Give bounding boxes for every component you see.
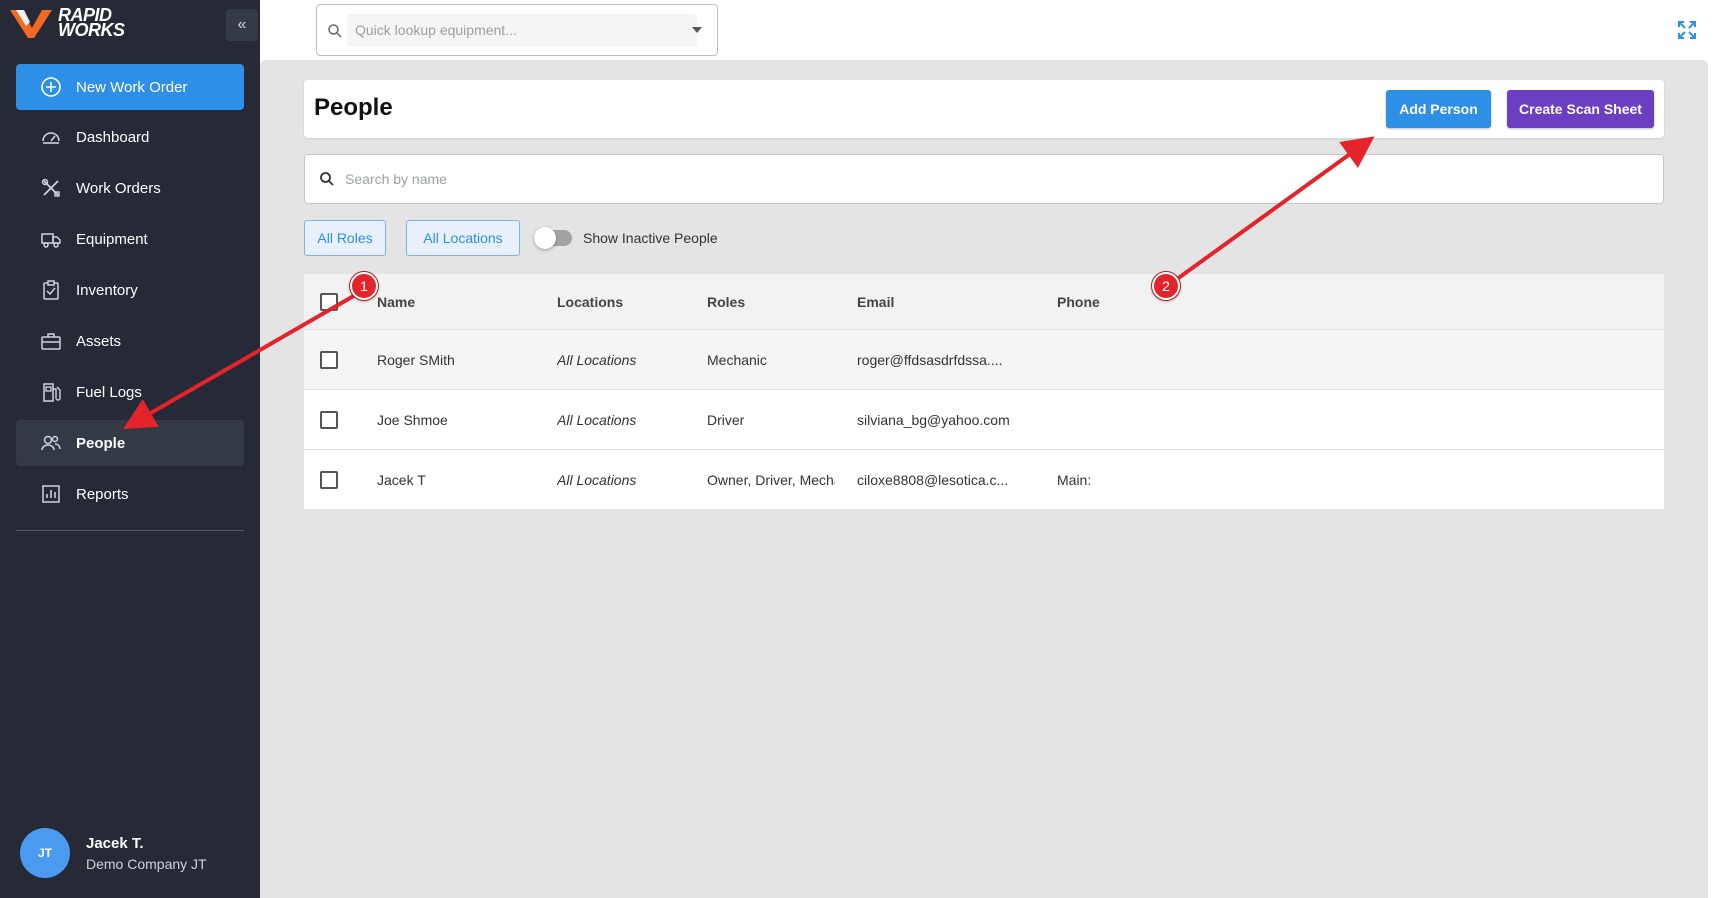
- table-row[interactable]: Roger SMith All Locations Mechanic roger…: [304, 330, 1664, 390]
- sidebar-item-inventory[interactable]: Inventory: [16, 267, 244, 313]
- create-scan-sheet-button[interactable]: Create Scan Sheet: [1507, 90, 1654, 128]
- briefcase-icon: [41, 333, 61, 350]
- cell-roles: Driver: [707, 411, 745, 428]
- equipment-lookup-input[interactable]: [347, 14, 697, 46]
- tools-icon: [41, 178, 60, 197]
- sidebar-item-equipment[interactable]: Equipment: [16, 216, 244, 262]
- new-work-order-button[interactable]: New Work Order: [16, 64, 244, 110]
- cell-phone: [1057, 390, 1197, 449]
- user-company: Demo Company JT: [86, 855, 207, 872]
- sidebar: RAPID WORKS « New Work Order Dashboard W…: [0, 0, 260, 898]
- table-header-row: Name Locations Roles Email Phone: [304, 274, 1664, 330]
- sidebar-item-label: Assets: [76, 332, 122, 350]
- sidebar-item-label: Inventory: [76, 281, 138, 299]
- cell-email: ciloxe8808@lesotica.c...: [857, 471, 1009, 488]
- user-name: Jacek T.: [86, 834, 144, 852]
- sidebar-item-label: Dashboard: [76, 128, 150, 146]
- row-checkbox[interactable]: [320, 350, 338, 369]
- table-row[interactable]: Jacek T All Locations Owner, Driver, Mec…: [304, 450, 1664, 510]
- cell-locations: All Locations: [557, 471, 637, 488]
- sidebar-item-assets[interactable]: Assets: [16, 318, 244, 364]
- sidebar-item-label: Fuel Logs: [76, 383, 142, 401]
- equipment-lookup[interactable]: [316, 4, 718, 56]
- sidebar-item-work-orders[interactable]: Work Orders: [16, 165, 244, 211]
- sidebar-item-label: Reports: [76, 485, 129, 503]
- column-header-email[interactable]: Email: [857, 274, 1047, 329]
- fullscreen-icon[interactable]: [1676, 19, 1698, 41]
- sidebar-item-dashboard[interactable]: Dashboard: [16, 114, 244, 160]
- page-title: People: [314, 94, 393, 121]
- show-inactive-label: Show Inactive People: [583, 230, 718, 246]
- collapse-sidebar-button[interactable]: «: [226, 9, 258, 41]
- cell-email: roger@ffdsasdrfdssa....: [857, 351, 1003, 368]
- search-icon: [328, 24, 342, 38]
- cell-phone: [1057, 330, 1197, 389]
- people-search[interactable]: [304, 154, 1664, 204]
- cell-name: Jacek T: [377, 471, 426, 488]
- cell-phone: Main:: [1057, 471, 1092, 488]
- cell-roles: Owner, Driver, Mecha: [707, 471, 835, 488]
- select-all-checkbox[interactable]: [320, 292, 338, 311]
- cell-locations: All Locations: [557, 351, 637, 368]
- search-icon: [320, 172, 334, 186]
- locations-filter-button[interactable]: All Locations: [406, 220, 520, 256]
- new-work-order-label: New Work Order: [76, 78, 188, 96]
- sidebar-item-label: Work Orders: [76, 179, 161, 197]
- fuel-pump-icon: [43, 383, 61, 402]
- sidebar-item-fuel-logs[interactable]: Fuel Logs: [16, 369, 244, 415]
- column-header-name[interactable]: Name: [377, 274, 527, 329]
- cell-locations: All Locations: [557, 411, 637, 428]
- logo-mark-icon: [10, 10, 52, 38]
- sidebar-item-label: People: [76, 434, 126, 452]
- rapid-works-logo[interactable]: RAPID WORKS: [8, 6, 148, 40]
- annotation-badge-2: 2: [1152, 272, 1180, 300]
- sidebar-nav: Dashboard Work Orders Equipment Inventor…: [16, 114, 244, 522]
- show-inactive-toggle[interactable]: [534, 227, 572, 249]
- column-header-locations[interactable]: Locations: [557, 274, 697, 329]
- clipboard-check-icon: [43, 280, 59, 300]
- gauge-icon: [42, 132, 60, 144]
- roles-filter-button[interactable]: All Roles: [304, 220, 386, 256]
- cell-name: Joe Shmoe: [377, 411, 448, 428]
- annotation-badge-1: 1: [350, 272, 378, 300]
- cell-email: silviana_bg@yahoo.com: [857, 411, 1010, 428]
- chevron-down-icon[interactable]: [692, 27, 702, 33]
- page-header: People Add Person Create Scan Sheet: [304, 80, 1664, 138]
- add-person-button[interactable]: Add Person: [1386, 90, 1491, 128]
- column-header-roles[interactable]: Roles: [707, 274, 847, 329]
- cell-name: Roger SMith: [377, 351, 455, 368]
- people-table: Name Locations Roles Email Phone Roger S…: [304, 274, 1664, 510]
- cell-roles: Mechanic: [707, 351, 767, 368]
- sidebar-item-reports[interactable]: Reports: [16, 471, 244, 517]
- people-icon: [41, 435, 61, 451]
- table-row[interactable]: Joe Shmoe All Locations Driver silviana_…: [304, 390, 1664, 450]
- bar-chart-icon: [42, 485, 60, 503]
- truck-icon: [41, 233, 61, 248]
- user-profile[interactable]: JT Jacek T. Demo Company JT: [20, 828, 207, 878]
- row-checkbox[interactable]: [320, 470, 338, 489]
- plus-circle-icon: [41, 77, 61, 97]
- logo-text-line2: WORKS: [58, 20, 125, 40]
- avatar: JT: [20, 828, 70, 878]
- sidebar-item-people[interactable]: People: [16, 420, 244, 466]
- toggle-knob: [534, 227, 556, 249]
- sidebar-divider: [16, 530, 244, 531]
- row-checkbox[interactable]: [320, 410, 338, 429]
- search-input[interactable]: [345, 165, 1645, 193]
- sidebar-item-label: Equipment: [76, 230, 148, 248]
